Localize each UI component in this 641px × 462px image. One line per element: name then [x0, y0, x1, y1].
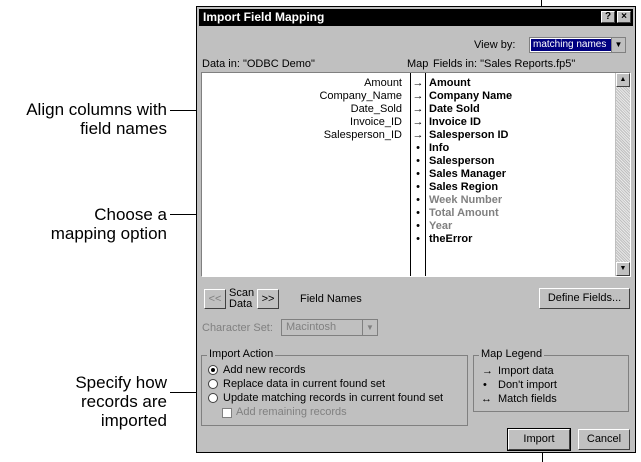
- dont-import-icon[interactable]: •: [411, 220, 425, 233]
- dont-import-icon: •: [483, 379, 487, 391]
- radio-update-matching[interactable]: [208, 393, 218, 403]
- scan-data-label: Scan Data: [229, 288, 255, 310]
- target-field[interactable]: Amount: [429, 77, 471, 90]
- import-action-title: Import Action: [207, 348, 276, 360]
- map-column: → → → → → • • • • • • • •: [410, 73, 426, 276]
- chevron-down-icon[interactable]: ▼: [362, 320, 377, 335]
- scroll-up-button[interactable]: ▲: [616, 73, 630, 87]
- scan-next-button[interactable]: >>: [257, 289, 279, 309]
- target-field[interactable]: Invoice ID: [429, 116, 481, 129]
- callout-text-line: records are: [81, 392, 167, 411]
- import-arrow-icon[interactable]: →: [411, 77, 425, 90]
- scroll-down-button[interactable]: ▼: [616, 262, 630, 276]
- target-field[interactable]: theError: [429, 233, 472, 246]
- import-arrow-icon[interactable]: →: [411, 129, 425, 142]
- title-bar: Import Field Mapping ? ×: [199, 9, 633, 26]
- define-fields-button[interactable]: Define Fields...: [539, 288, 630, 309]
- scan-data-text: Scan Data: [229, 287, 255, 310]
- radio-add-new[interactable]: [208, 365, 218, 375]
- callout-text-line: imported: [100, 411, 167, 430]
- source-field[interactable]: Company_Name: [319, 90, 402, 103]
- import-button-text: Import: [523, 433, 555, 445]
- callout-text-line: mapping option: [50, 224, 167, 243]
- add-remaining-label[interactable]: Add remaining records: [236, 406, 347, 418]
- dont-import-icon[interactable]: •: [411, 142, 425, 155]
- import-arrow-icon[interactable]: →: [411, 116, 425, 129]
- import-arrow-icon[interactable]: →: [411, 90, 425, 103]
- callout-text-line: Specify how: [75, 373, 167, 392]
- map-legend-group: Map Legend → Import data • Don't import …: [473, 348, 629, 412]
- dialog-title: Import Field Mapping: [203, 10, 325, 24]
- target-field[interactable]: Week Number: [429, 194, 502, 207]
- update-matching-label[interactable]: Update matching records in current found…: [223, 392, 443, 404]
- match-fields-icon: ↔: [481, 393, 492, 405]
- map-legend-title: Map Legend: [479, 348, 545, 360]
- define-fields-text: Define Fields...: [547, 292, 622, 304]
- source-field[interactable]: Date_Sold: [351, 103, 402, 116]
- callout-text-line: field names: [80, 119, 167, 138]
- source-field[interactable]: Invoice_ID: [350, 116, 402, 129]
- import-button[interactable]: Import: [507, 428, 571, 451]
- radio-replace-data[interactable]: [208, 379, 218, 389]
- callout-text-line: Choose a: [94, 205, 167, 224]
- import-field-mapping-dialog: Import Field Mapping ? × View by: matchi…: [196, 6, 636, 453]
- charset-select[interactable]: Macintosh ▼: [281, 319, 378, 336]
- source-field[interactable]: Salesperson_ID: [324, 129, 402, 142]
- mapping-list[interactable]: Amount Company_Name Date_Sold Invoice_ID…: [201, 72, 631, 277]
- dont-import-icon[interactable]: •: [411, 207, 425, 220]
- mapping-list-scrollbar[interactable]: ▲ ▼: [615, 73, 630, 276]
- view-by-select[interactable]: matching names ▼: [529, 37, 626, 53]
- import-arrow-icon[interactable]: →: [411, 103, 425, 116]
- target-field[interactable]: Info: [429, 142, 449, 155]
- target-field[interactable]: Year: [429, 220, 452, 233]
- legend-import-data: Import data: [498, 365, 554, 377]
- dont-import-icon[interactable]: •: [411, 155, 425, 168]
- callout-text-line: Align columns with: [26, 100, 167, 119]
- target-field[interactable]: Salesperson: [429, 155, 494, 168]
- source-fields-column: Amount Company_Name Date_Sold Invoice_ID…: [202, 73, 410, 276]
- target-field[interactable]: Sales Manager: [429, 168, 506, 181]
- scan-prev-button[interactable]: <<: [204, 289, 226, 309]
- data-in-label: Data in: "ODBC Demo": [202, 58, 315, 70]
- view-by-label: View by:: [474, 39, 515, 51]
- charset-label: Character Set:: [202, 322, 273, 334]
- callout-mapping-option: Choose a mapping option: [20, 205, 167, 243]
- source-field[interactable]: Amount: [364, 77, 402, 90]
- legend-match-fields: Match fields: [498, 393, 557, 405]
- target-field[interactable]: Salesperson ID: [429, 129, 508, 142]
- legend-dont-import: Don't import: [498, 379, 557, 391]
- import-arrow-icon: →: [482, 365, 493, 377]
- charset-value: Macintosh: [286, 321, 337, 333]
- add-new-label[interactable]: Add new records: [223, 364, 306, 376]
- target-field[interactable]: Date Sold: [429, 103, 480, 116]
- target-field[interactable]: Company Name: [429, 90, 512, 103]
- fields-in-label: Fields in: "Sales Reports.fp5": [433, 58, 576, 70]
- import-action-group: Import Action Add new records Replace da…: [201, 348, 468, 426]
- target-field[interactable]: Total Amount: [429, 207, 499, 220]
- cancel-button[interactable]: Cancel: [578, 429, 630, 450]
- dont-import-icon[interactable]: •: [411, 194, 425, 207]
- field-names-label: Field Names: [300, 293, 362, 305]
- add-remaining-checkbox[interactable]: [222, 408, 232, 418]
- map-label: Map: [407, 58, 429, 70]
- chevron-down-icon[interactable]: ▼: [611, 38, 625, 52]
- replace-data-label[interactable]: Replace data in current found set: [223, 378, 385, 390]
- dont-import-icon[interactable]: •: [411, 233, 425, 246]
- view-by-value: matching names: [531, 39, 613, 51]
- target-field[interactable]: Sales Region: [429, 181, 498, 194]
- dont-import-icon[interactable]: •: [411, 168, 425, 181]
- callout-align-columns: Align columns with field names: [20, 100, 167, 138]
- help-button[interactable]: ?: [601, 11, 615, 23]
- close-button[interactable]: ×: [617, 11, 631, 23]
- view-by-label-text: View by:: [474, 39, 516, 51]
- callout-specify-records: Specify how records are imported: [20, 373, 167, 430]
- dont-import-icon[interactable]: •: [411, 181, 425, 194]
- target-fields-column: Amount Company Name Date Sold Invoice ID…: [425, 73, 615, 276]
